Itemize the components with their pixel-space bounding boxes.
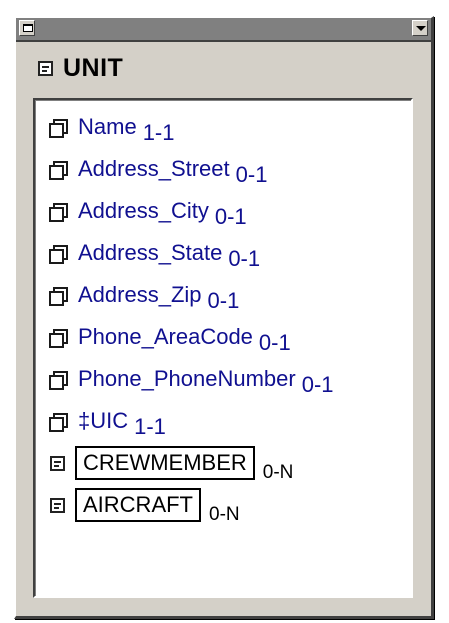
attribute-cardinality: 0-1 bbox=[214, 204, 247, 229]
window-menu-button[interactable] bbox=[19, 20, 35, 36]
entity-icon bbox=[38, 60, 53, 76]
relationship-cardinality: 0-N bbox=[262, 462, 294, 483]
attribute-row-address-city[interactable]: Address_City 0-1 bbox=[49, 196, 247, 229]
entity-header: UNIT bbox=[24, 49, 423, 87]
entity-icon bbox=[50, 455, 65, 471]
dropdown-arrow-icon bbox=[416, 26, 426, 31]
relationship-cardinality: 0-N bbox=[209, 504, 240, 525]
attribute-icon bbox=[49, 202, 68, 222]
relationship-row-crewmember[interactable]: CREWMEMBER 0-N bbox=[49, 446, 293, 483]
attribute-icon bbox=[49, 118, 68, 138]
attribute-cardinality: 1-1 bbox=[142, 120, 175, 145]
attribute-row-uic[interactable]: ‡UIC 1-1 bbox=[49, 406, 166, 439]
attribute-icon bbox=[49, 370, 68, 390]
relationship-name: CREWMEMBER bbox=[75, 446, 255, 480]
relationship-row-aircraft[interactable]: AIRCRAFT 0-N bbox=[49, 488, 240, 525]
attribute-row-name[interactable]: Name 1-1 bbox=[49, 112, 174, 145]
attribute-icon bbox=[49, 244, 68, 264]
window-menu-icon bbox=[23, 24, 33, 32]
attribute-row-address-street[interactable]: Address_Street 0-1 bbox=[49, 154, 267, 187]
attribute-row-address-zip[interactable]: Address_Zip 0-1 bbox=[49, 280, 239, 313]
attribute-name: Address_City bbox=[78, 198, 209, 223]
attribute-row-phone-phonenumber[interactable]: Phone_PhoneNumber 0-1 bbox=[49, 364, 334, 397]
attribute-name: Phone_PhoneNumber bbox=[78, 366, 296, 391]
title-bar[interactable] bbox=[16, 18, 431, 42]
entity-title: UNIT bbox=[63, 53, 124, 82]
attribute-cardinality: 0-1 bbox=[258, 330, 291, 355]
attribute-icon bbox=[49, 160, 68, 180]
attribute-row-phone-areacode[interactable]: Phone_AreaCode 0-1 bbox=[49, 322, 291, 355]
attribute-icon bbox=[49, 286, 68, 306]
attribute-cardinality: 0-1 bbox=[228, 246, 261, 271]
attribute-name: Address_State bbox=[78, 240, 223, 265]
attribute-cardinality: 0-1 bbox=[235, 162, 268, 187]
attribute-name: Phone_AreaCode bbox=[78, 324, 253, 349]
entity-window: UNIT Name 1-1 Address_Street 0-1 Address… bbox=[14, 16, 434, 619]
attribute-name: Name bbox=[78, 114, 137, 139]
attribute-name: Address_Zip bbox=[78, 282, 202, 307]
attribute-name: Address_Street bbox=[78, 156, 230, 181]
attribute-list[interactable]: Name 1-1 Address_Street 0-1 Address_City… bbox=[33, 98, 413, 598]
attribute-cardinality: 1-1 bbox=[134, 414, 166, 439]
entity-icon bbox=[50, 497, 65, 513]
relationship-name: AIRCRAFT bbox=[75, 488, 201, 522]
attribute-icon bbox=[49, 328, 68, 348]
dropdown-button[interactable] bbox=[412, 20, 428, 36]
attribute-row-address-state[interactable]: Address_State 0-1 bbox=[49, 238, 260, 271]
attribute-name: ‡UIC bbox=[78, 408, 129, 433]
attribute-cardinality: 0-1 bbox=[207, 288, 240, 313]
attribute-icon bbox=[49, 412, 68, 432]
attribute-cardinality: 0-1 bbox=[301, 372, 334, 397]
